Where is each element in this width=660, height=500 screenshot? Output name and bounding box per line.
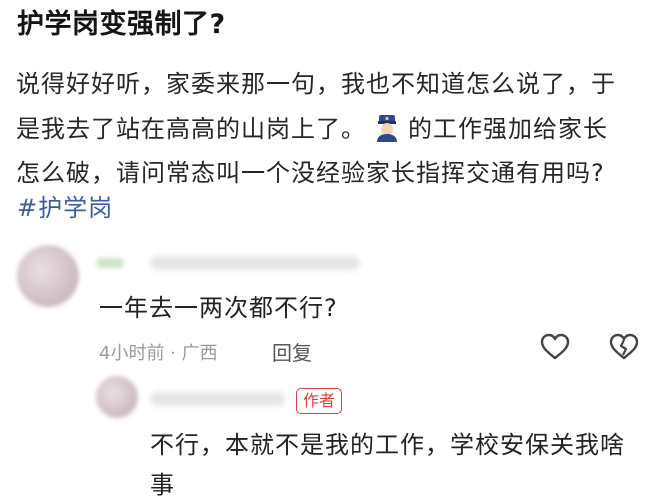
avatar[interactable] [96,376,138,418]
post-title: 护学岗变强制了? [17,9,226,40]
blurred-username[interactable] [150,392,285,406]
reply-text-line-2: 事 [150,471,175,499]
heart-icon[interactable] [540,333,570,365]
author-badge: 作者 [296,388,342,414]
post-body-line-2-tail: 的工作强加给家长 [408,115,608,143]
post-body-line-2: 是我去了站在高高的山岗上了。 的工作强加给家长 [16,109,608,148]
post-body-line-2-text: 是我去了站在高高的山岗上了。 [16,115,366,143]
post-body-line-3: 怎么破，请问常态叫一个没经验家长指挥交通有用吗? [16,159,605,187]
comment-time: 4小时前 [99,343,165,364]
hashtag-link[interactable]: #护学岗 [17,188,113,223]
reply-text-line-1: 不行，本就不是我的工作，学校安保关我啥 [150,431,625,459]
comment-location: 广西 [181,343,218,364]
post-body-line-1: 说得好好听，家委来那一句，我也不知道怎么说了，于 [16,70,616,98]
blurred-username[interactable] [150,256,360,270]
reply-button[interactable]: 回复 [272,337,312,366]
avatar[interactable] [17,245,79,307]
meta-separator: · [170,343,176,364]
comment-text: 一年去一两次都不行? [99,294,338,322]
police-officer-icon [372,112,402,148]
broken-heart-icon[interactable] [609,333,639,365]
comment-meta: 4小时前 · 广西 [99,339,218,365]
blurred-user-badge [96,258,124,268]
